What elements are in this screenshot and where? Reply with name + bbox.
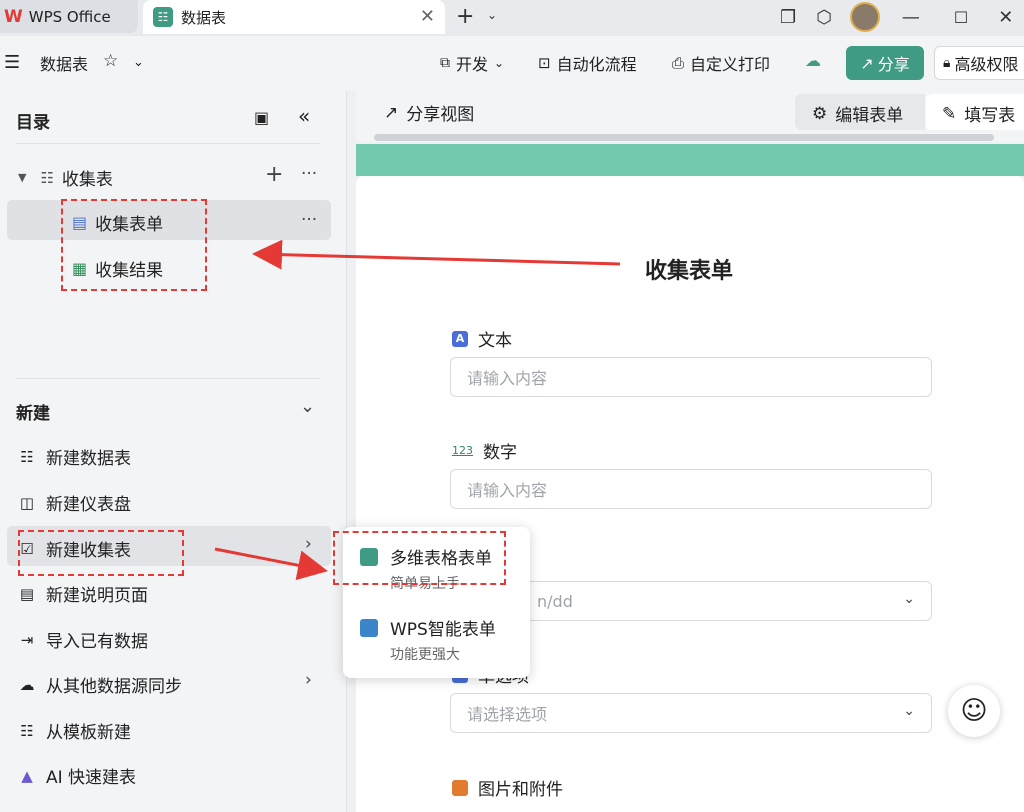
annotation-arrow	[252, 239, 621, 270]
assistant-robot-icon[interactable]: ☺	[948, 685, 1000, 737]
annotation-arrow	[214, 547, 328, 581]
annotation-arrows	[214, 239, 621, 581]
